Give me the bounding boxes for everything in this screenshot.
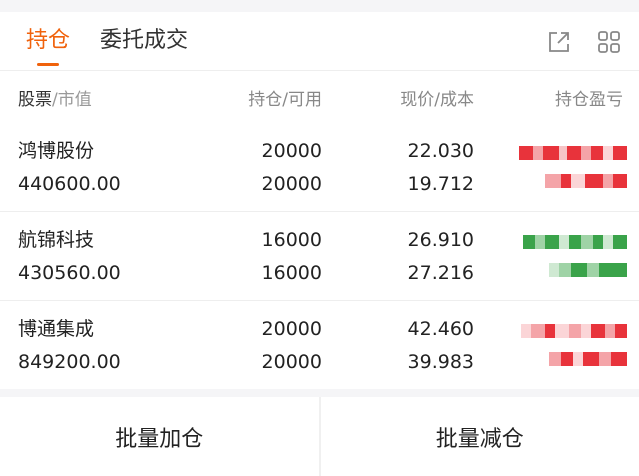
batch-add-position-button[interactable]: 批量加仓 [0, 397, 319, 476]
pnl-blur-2 [549, 352, 627, 366]
batch-reduce-position-button[interactable]: 批量减仓 [321, 397, 639, 476]
position-qty: 16000 [261, 228, 322, 251]
top-strip [0, 0, 639, 12]
tab-positions[interactable]: 持仓 [26, 12, 70, 70]
header-position: 持仓/可用 [248, 89, 322, 110]
stock-name: 航锦科技 [18, 228, 95, 251]
position-row[interactable]: 航锦科技 430560.00 16000 16000 26.910 27.216 [0, 211, 639, 300]
pnl-blur-2 [549, 263, 627, 277]
available-qty: 20000 [261, 172, 322, 195]
header-stock: 股票/市值 [18, 89, 92, 110]
positions-card: 持仓 委托成交 股票/市值 持仓/可用 现价/成本 持仓盈亏 鸿博股份 4406… [0, 12, 639, 389]
market-value: 440600.00 [18, 172, 121, 195]
pnl-redacted [474, 146, 639, 188]
pnl-redacted [474, 235, 639, 277]
pnl-blur-1 [521, 324, 627, 338]
position-row[interactable]: 博通集成 849200.00 20000 20000 42.460 39.983 [0, 300, 639, 389]
current-price: 22.030 [407, 139, 474, 162]
available-qty: 20000 [261, 350, 322, 373]
current-price: 42.460 [407, 317, 474, 340]
current-price: 26.910 [407, 228, 474, 251]
pnl-blur-1 [519, 146, 627, 160]
header-pnl: 持仓盈亏 [555, 89, 623, 110]
stock-name: 鸿博股份 [18, 139, 95, 162]
market-value: 430560.00 [18, 261, 121, 284]
column-header: 股票/市值 持仓/可用 现价/成本 持仓盈亏 [0, 71, 639, 123]
tab-bar: 持仓 委托成交 [0, 12, 639, 71]
positions-list: 鸿博股份 440600.00 20000 20000 22.030 19.712 [0, 123, 639, 389]
grid-icon[interactable] [597, 30, 621, 54]
bottom-action-bar: 批量加仓 批量减仓 [0, 397, 639, 476]
pnl-redacted [474, 324, 639, 366]
cost-price: 19.712 [407, 172, 474, 195]
tab-orders-trades[interactable]: 委托成交 [100, 12, 188, 70]
position-row[interactable]: 鸿博股份 440600.00 20000 20000 22.030 19.712 [0, 123, 639, 211]
tab-icons [547, 30, 621, 54]
available-qty: 16000 [261, 261, 322, 284]
pnl-blur-1 [523, 235, 627, 249]
header-price: 现价/成本 [400, 89, 474, 110]
stock-name: 博通集成 [18, 317, 95, 340]
pnl-blur-2 [545, 174, 627, 188]
market-value: 849200.00 [18, 350, 121, 373]
cost-price: 39.983 [407, 350, 474, 373]
position-qty: 20000 [261, 317, 322, 340]
share-icon[interactable] [547, 30, 571, 54]
cost-price: 27.216 [407, 261, 474, 284]
position-qty: 20000 [261, 139, 322, 162]
